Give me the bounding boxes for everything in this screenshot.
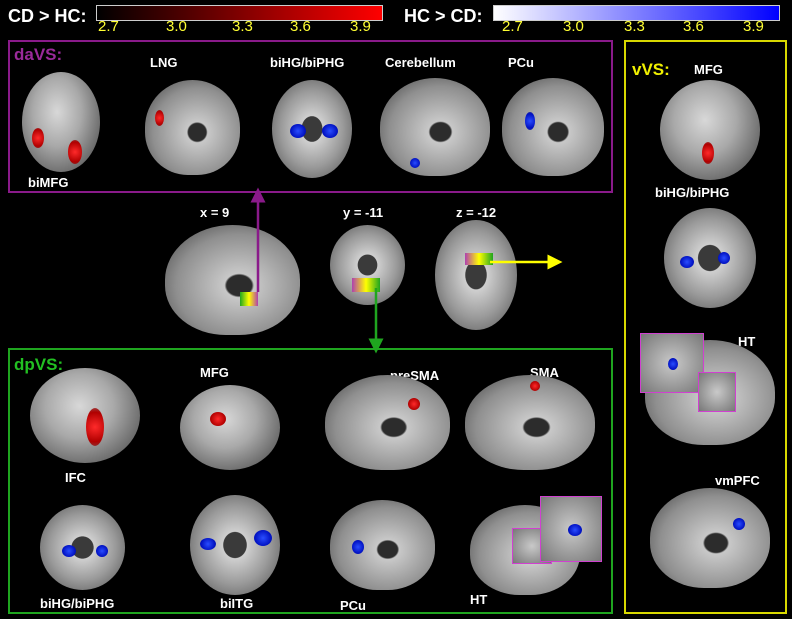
region-label: PCu — [340, 598, 366, 613]
activation-blob-blue — [733, 518, 745, 530]
brain-slice-axial — [664, 208, 756, 308]
activation-blob-blue — [96, 545, 108, 557]
activation-blob-blue — [62, 545, 76, 557]
region-label: HT — [470, 592, 488, 607]
brain-render-dorsal — [660, 80, 760, 180]
region-label: IFC — [65, 470, 86, 485]
brain-slice-sagittal — [465, 375, 595, 470]
region-label: vmPFC — [715, 473, 760, 488]
activation-blob-red — [530, 381, 540, 391]
activation-blob-blue — [254, 530, 272, 546]
zoom-inset — [698, 372, 736, 412]
activation-blob-blue — [668, 358, 678, 370]
brain-render-lateral — [180, 385, 280, 470]
activation-blob-red — [86, 408, 104, 446]
activation-blob-blue — [680, 256, 694, 268]
dpvs-title: dpVS: — [14, 355, 64, 374]
activation-blob-blue — [352, 540, 364, 554]
brain-render-lateral — [30, 368, 140, 463]
brain-slice-sagittal — [650, 488, 770, 588]
region-label: biITG — [220, 596, 254, 611]
brain-slice-axial — [40, 505, 125, 590]
region-label: MFG — [200, 365, 229, 380]
region-label: biHG/biPHG — [40, 596, 115, 611]
brain-slice-sagittal — [325, 375, 450, 470]
brain-slice-sagittal — [330, 500, 435, 590]
activation-blob-blue — [200, 538, 216, 550]
vvs-title: vVS: — [632, 60, 670, 79]
region-label: biHG/biPHG — [655, 185, 730, 200]
activation-blob-red — [408, 398, 420, 410]
activation-blob-blue — [568, 524, 582, 536]
region-label: MFG — [694, 62, 723, 77]
activation-blob-blue — [718, 252, 730, 264]
activation-blob-red — [210, 412, 226, 426]
activation-blob-red — [702, 142, 714, 164]
